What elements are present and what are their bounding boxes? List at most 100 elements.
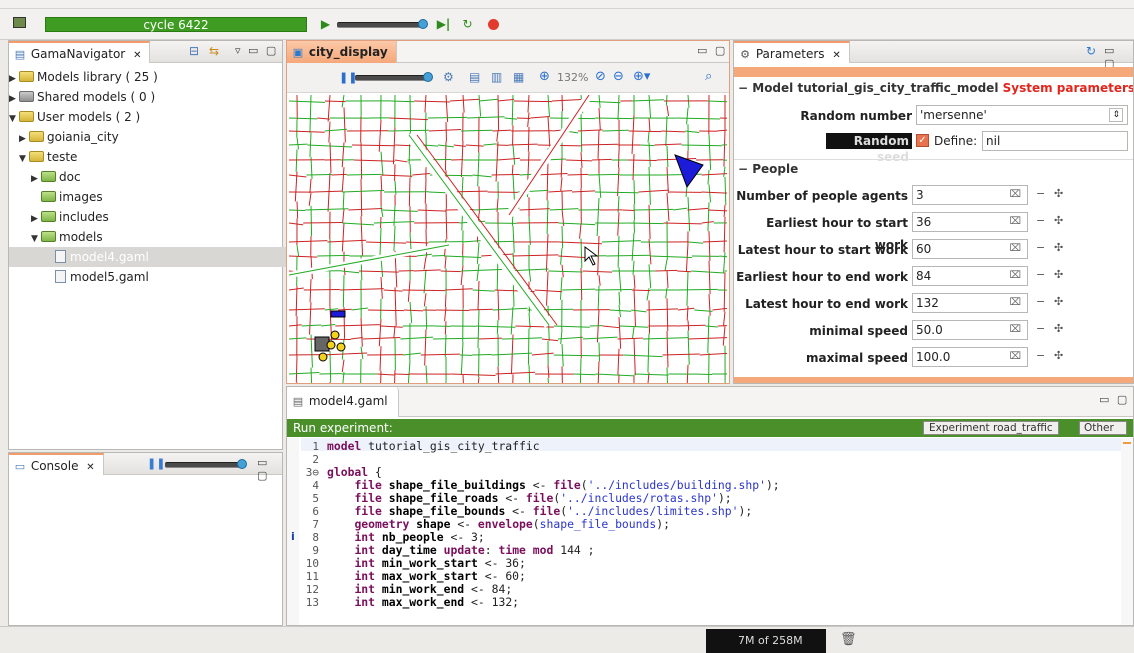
clear-icon[interactable]: ⌧ [1009, 267, 1021, 285]
tab-gama-navigator[interactable]: ▤ GamaNavigator ✕ [9, 41, 150, 63]
clear-icon[interactable]: ⌧ [1009, 213, 1021, 231]
decrement-icon[interactable]: − [1036, 268, 1045, 281]
collapse-icon[interactable]: − [738, 162, 748, 176]
view-menu-icon[interactable]: ▿ ▭ ▢ [235, 44, 278, 57]
zoom-out-icon[interactable]: ⊖ [613, 69, 624, 84]
clear-icon[interactable]: ⌧ [1009, 321, 1021, 339]
tab-console[interactable]: ▭ Console ✕ [9, 453, 104, 475]
stop-icon[interactable] [488, 19, 499, 30]
tree-item-goiania-city[interactable]: ▶goiania_city [9, 127, 289, 147]
other-experiment-button[interactable]: Other [1079, 421, 1127, 435]
param-input[interactable]: 60⌧ [912, 239, 1028, 259]
people-agent[interactable] [331, 331, 339, 339]
road-network-map[interactable] [289, 95, 727, 383]
pause-icon[interactable]: ❚❚ [147, 457, 165, 470]
zoom-in-icon[interactable]: ⊕ [539, 69, 550, 84]
increment-icon[interactable]: ✣ [1054, 322, 1063, 335]
clear-icon[interactable]: ⌧ [1009, 348, 1021, 366]
decrement-icon[interactable]: − [1036, 241, 1045, 254]
tree-item-teste[interactable]: ▼teste [9, 147, 289, 167]
expand-arrow-icon[interactable]: ▶ [31, 169, 41, 189]
play-icon[interactable]: ▶ [318, 17, 333, 32]
tab-model4[interactable]: ▤ model4.gaml ✕ [287, 387, 399, 417]
display-slider[interactable] [355, 75, 429, 81]
param-input[interactable]: 100.0⌧ [912, 347, 1028, 367]
param-input[interactable]: 3⌧ [912, 185, 1028, 205]
people-agent[interactable] [337, 343, 345, 351]
decrement-icon[interactable]: − [1036, 295, 1045, 308]
expand-arrow-icon[interactable]: ▶ [19, 129, 29, 149]
reload-icon[interactable]: ↻ [460, 17, 475, 32]
overlay-icon[interactable]: ▥ [491, 70, 502, 84]
map-canvas[interactable] [289, 95, 727, 383]
refresh-icon[interactable]: ↻ [1086, 44, 1096, 58]
tree-item-doc[interactable]: ▶doc [9, 167, 289, 187]
param-input[interactable]: 36⌧ [912, 212, 1028, 232]
tree-item-model4[interactable]: model4.gaml [9, 247, 289, 267]
minmax-icons[interactable]: ▭ ▢ [697, 44, 727, 57]
expand-arrow-icon[interactable]: ▶ [9, 69, 19, 89]
zoom-fit-icon[interactable]: ⊘ [595, 69, 606, 84]
collapse-arrow-icon[interactable]: ▼ [31, 229, 41, 249]
collapse-arrow-icon[interactable]: ▼ [9, 109, 19, 129]
dropdown-arrow-icon[interactable]: ⇕ [1109, 108, 1123, 122]
people-agent[interactable] [327, 341, 335, 349]
sync-icon[interactable]: ⚙ [443, 70, 454, 84]
minmax-icons[interactable]: ▭ ▢ [257, 456, 282, 482]
increment-icon[interactable]: ✣ [1054, 349, 1063, 362]
tree-item-model5[interactable]: model5.gaml [9, 267, 289, 287]
tree-item-models-library[interactable]: ▶Models library ( 25 ) [9, 67, 289, 87]
tree-item-shared-models[interactable]: ▶Shared models ( 0 ) [9, 87, 289, 107]
console-slider-knob[interactable] [237, 459, 247, 469]
clear-icon[interactable]: ⌧ [1009, 240, 1021, 258]
collapse-arrow-icon[interactable]: ▼ [19, 149, 29, 169]
layers-icon[interactable]: ▤ [469, 70, 480, 84]
tree-item-user-models[interactable]: ▼User models ( 2 ) [9, 107, 289, 127]
tree-item-images[interactable]: images [9, 187, 289, 207]
clear-icon[interactable]: ⌧ [1009, 186, 1021, 204]
tree-item-includes[interactable]: ▶includes [9, 207, 289, 227]
decrement-icon[interactable]: − [1036, 187, 1045, 200]
tab-parameters[interactable]: ⚙ Parameters ✕ [734, 41, 850, 63]
search-icon[interactable]: ⌕ [705, 69, 712, 84]
people-agent[interactable] [319, 353, 327, 361]
param-input[interactable]: 132⌧ [912, 293, 1028, 313]
close-icon[interactable]: ✕ [832, 50, 840, 61]
memory-indicator[interactable]: 7M of 258M [706, 629, 826, 653]
minmax-icons[interactable]: ▭ ▢ [1099, 393, 1129, 406]
experiment-road-traffic-button[interactable]: Experiment road_traffic [923, 421, 1059, 435]
code-editor[interactable]: i 1model tutorial_gis_city_traffic23⊖glo… [287, 438, 1133, 625]
link-editor-icon[interactable]: ⇆ [209, 44, 219, 58]
seed-input[interactable]: nil [982, 131, 1128, 151]
display-icon[interactable] [12, 17, 27, 32]
increment-icon[interactable]: ✣ [1054, 268, 1063, 281]
increment-icon[interactable]: ✣ [1054, 214, 1063, 227]
collapse-icon[interactable]: − [738, 81, 748, 95]
speed-slider[interactable] [337, 22, 425, 28]
expand-arrow-icon[interactable]: ▶ [31, 209, 41, 229]
cycle-indicator[interactable]: cycle 6422 [45, 17, 307, 32]
people-section-header[interactable]: − People [734, 159, 1133, 177]
trash-icon[interactable]: 🗑 [840, 632, 857, 647]
close-icon[interactable]: ✕ [133, 50, 141, 61]
tree-item-models[interactable]: ▼models [9, 227, 289, 247]
building-rect[interactable] [331, 311, 345, 317]
param-input[interactable]: 50.0⌧ [912, 320, 1028, 340]
camera-menu-icon[interactable]: ⊕▾ [633, 69, 650, 84]
param-input[interactable]: 84⌧ [912, 266, 1028, 286]
clear-icon[interactable]: ⌧ [1009, 294, 1021, 312]
speed-slider-knob[interactable] [418, 19, 428, 29]
model-section-header[interactable]: − Model tutorial_gis_city_traffic_model … [734, 79, 1133, 97]
info-marker-icon[interactable]: i [291, 530, 295, 543]
increment-icon[interactable]: ✣ [1054, 295, 1063, 308]
snapshot-icon[interactable]: ▦ [513, 70, 524, 84]
decrement-icon[interactable]: − [1036, 349, 1045, 362]
close-icon[interactable]: ✕ [86, 462, 94, 473]
decrement-icon[interactable]: − [1036, 322, 1045, 335]
tab-city-display[interactable]: ▣ city_display ✕ [287, 41, 397, 63]
collapse-all-icon[interactable]: ⊟ [189, 44, 199, 58]
step-icon[interactable]: ▶| [436, 17, 451, 32]
console-slider[interactable] [165, 462, 241, 468]
rng-select[interactable]: 'mersenne' ⇕ [916, 105, 1128, 125]
increment-icon[interactable]: ✣ [1054, 187, 1063, 200]
